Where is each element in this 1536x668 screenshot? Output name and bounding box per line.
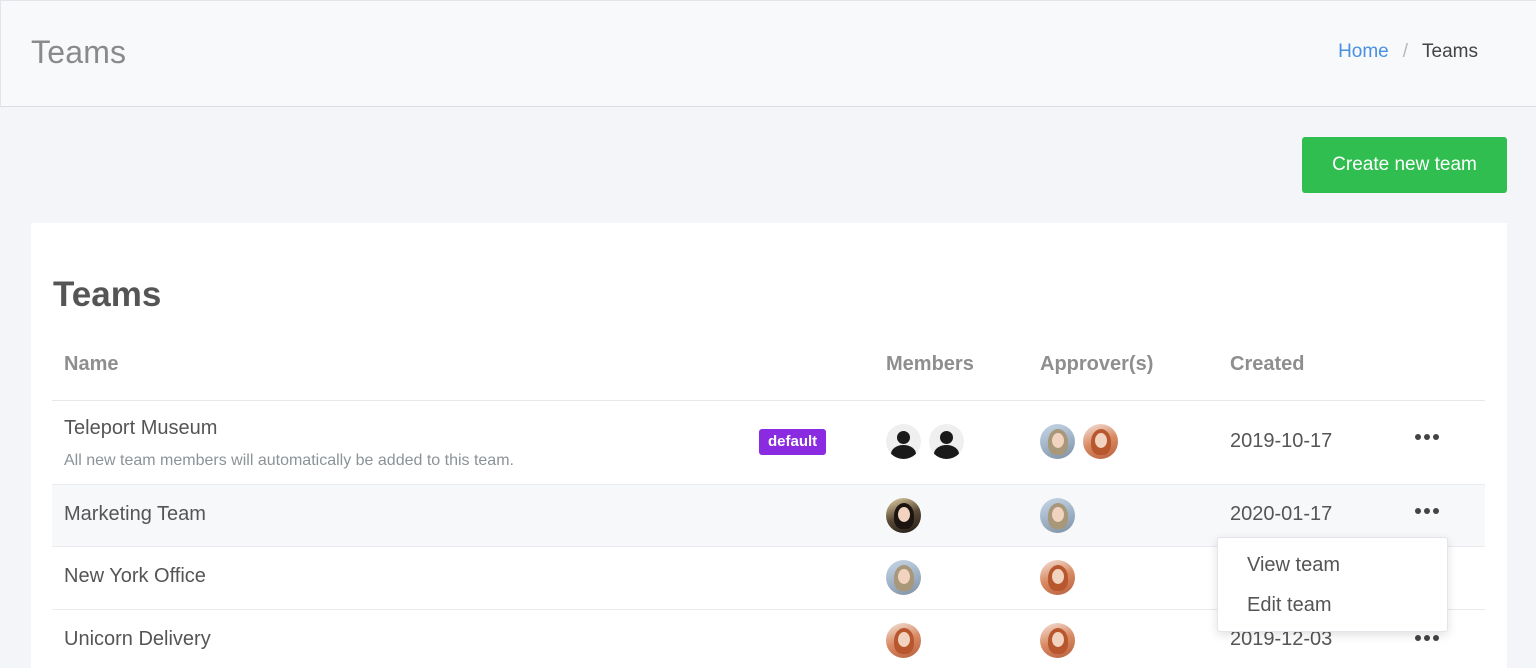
- members-avatars: [886, 560, 921, 595]
- more-options-icon[interactable]: [1410, 427, 1444, 447]
- edit-team-menu-item[interactable]: Edit team: [1247, 594, 1331, 617]
- avatar[interactable]: [1040, 560, 1075, 595]
- members-avatars: [886, 498, 921, 533]
- team-name[interactable]: Teleport Museum: [64, 417, 217, 440]
- breadcrumb-home-link[interactable]: Home: [1338, 41, 1389, 63]
- card-title: Teams: [53, 275, 162, 314]
- breadcrumb: Home / Teams: [1338, 41, 1478, 63]
- created-date: 2019-10-17: [1230, 430, 1333, 452]
- breadcrumb-separator: /: [1402, 41, 1409, 62]
- avatar[interactable]: [1040, 424, 1075, 459]
- view-team-menu-item[interactable]: View team: [1247, 554, 1340, 577]
- team-name[interactable]: Marketing Team: [64, 503, 206, 526]
- members-avatars: [886, 623, 921, 658]
- breadcrumb-current: Teams: [1422, 41, 1478, 62]
- approvers-avatars: [1040, 498, 1075, 533]
- table-row[interactable]: Teleport Museum All new team members wil…: [52, 401, 1485, 485]
- approvers-avatars: [1040, 424, 1118, 459]
- approvers-avatars: [1040, 623, 1075, 658]
- avatar[interactable]: [886, 498, 921, 533]
- column-header-name[interactable]: Name: [64, 353, 118, 376]
- user-placeholder-icon[interactable]: [886, 424, 921, 459]
- row-actions-dropdown: View team Edit team: [1217, 537, 1448, 632]
- more-options-icon[interactable]: [1410, 501, 1444, 521]
- table-header: Name Members Approver(s) Created: [52, 341, 1485, 401]
- teams-page: Teams Home / Teams Create new team Teams…: [0, 0, 1536, 668]
- create-new-team-button[interactable]: Create new team: [1302, 137, 1507, 193]
- column-header-approvers[interactable]: Approver(s): [1040, 353, 1153, 376]
- column-header-created[interactable]: Created: [1230, 353, 1304, 376]
- default-badge: default: [759, 429, 827, 455]
- avatar[interactable]: [886, 560, 921, 595]
- avatar[interactable]: [1040, 623, 1075, 658]
- avatar[interactable]: [1083, 424, 1118, 459]
- approvers-avatars: [1040, 560, 1075, 595]
- page-header: Teams Home / Teams: [0, 0, 1536, 107]
- avatar[interactable]: [1040, 498, 1075, 533]
- user-placeholder-icon[interactable]: [929, 424, 964, 459]
- team-name[interactable]: New York Office: [64, 565, 206, 588]
- created-date: 2020-01-17: [1230, 503, 1333, 525]
- team-description: All new team members will automatically …: [64, 452, 514, 469]
- members-avatars: [886, 424, 964, 459]
- avatar[interactable]: [886, 623, 921, 658]
- page-title: Teams: [31, 34, 127, 70]
- column-header-members[interactable]: Members: [886, 353, 974, 376]
- team-name[interactable]: Unicorn Delivery: [64, 628, 211, 651]
